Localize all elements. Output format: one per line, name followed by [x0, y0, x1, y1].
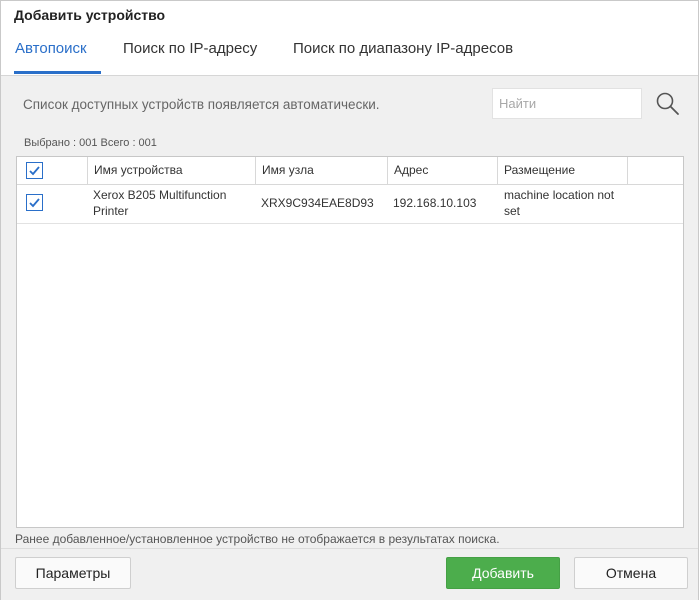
device-name-line-2: Printer	[93, 204, 129, 218]
table-row[interactable]: Xerox B205 Multifunction Printer XRX9C93…	[17, 184, 683, 224]
location-line-2: set	[504, 204, 521, 218]
device-name-line-1: Xerox B205 Multifunction	[93, 188, 227, 202]
checkmark-icon	[29, 166, 40, 176]
info-text: Список доступных устройств появляется ав…	[23, 97, 380, 112]
cell-location: machine location not set	[504, 187, 628, 219]
selection-counts: Выбрано : 001 Всего : 001	[24, 137, 157, 149]
device-table: Имя устройства Имя узла Адрес Размещение…	[16, 156, 684, 528]
tab-auto-search[interactable]: Автопоиск	[15, 39, 87, 69]
tab-ip-search[interactable]: Поиск по IP-адресу	[123, 39, 257, 69]
parameters-button[interactable]: Параметры	[15, 557, 131, 589]
add-button[interactable]: Добавить	[446, 557, 560, 589]
column-header-host-name[interactable]: Имя узла	[255, 157, 388, 184]
dialog-footer: Параметры Добавить Отмена	[1, 548, 698, 600]
table-header: Имя устройства Имя узла Адрес Размещение	[17, 157, 683, 185]
tab-bar: Автопоиск Поиск по IP-адресу Поиск по ди…	[1, 31, 698, 76]
search-icon[interactable]	[653, 89, 683, 119]
row-checkbox[interactable]	[26, 194, 43, 211]
cell-device-name: Xerox B205 Multifunction Printer	[93, 187, 253, 219]
active-tab-indicator	[14, 71, 101, 74]
tab-ip-range-search[interactable]: Поиск по диапазону IP-адресов	[293, 39, 513, 69]
column-header-device-name[interactable]: Имя устройства	[87, 157, 257, 184]
column-header-location[interactable]: Размещение	[497, 157, 628, 184]
footnote-text: Ранее добавленное/установленное устройст…	[15, 532, 500, 546]
checkmark-icon	[29, 198, 40, 208]
select-all-checkbox[interactable]	[26, 162, 43, 179]
search-input[interactable]	[492, 88, 642, 119]
title-bar: Добавить устройство	[1, 1, 698, 31]
cancel-button[interactable]: Отмена	[574, 557, 688, 589]
cell-host-name: XRX9C934EAE8D93	[261, 196, 374, 210]
location-line-1: machine location not	[504, 188, 615, 202]
add-device-dialog: Добавить устройство Автопоиск Поиск по I…	[0, 0, 699, 600]
column-header-address[interactable]: Адрес	[387, 157, 498, 184]
column-header-empty	[627, 157, 683, 184]
dialog-title: Добавить устройство	[14, 7, 166, 23]
cell-address: 192.168.10.103	[393, 196, 477, 210]
